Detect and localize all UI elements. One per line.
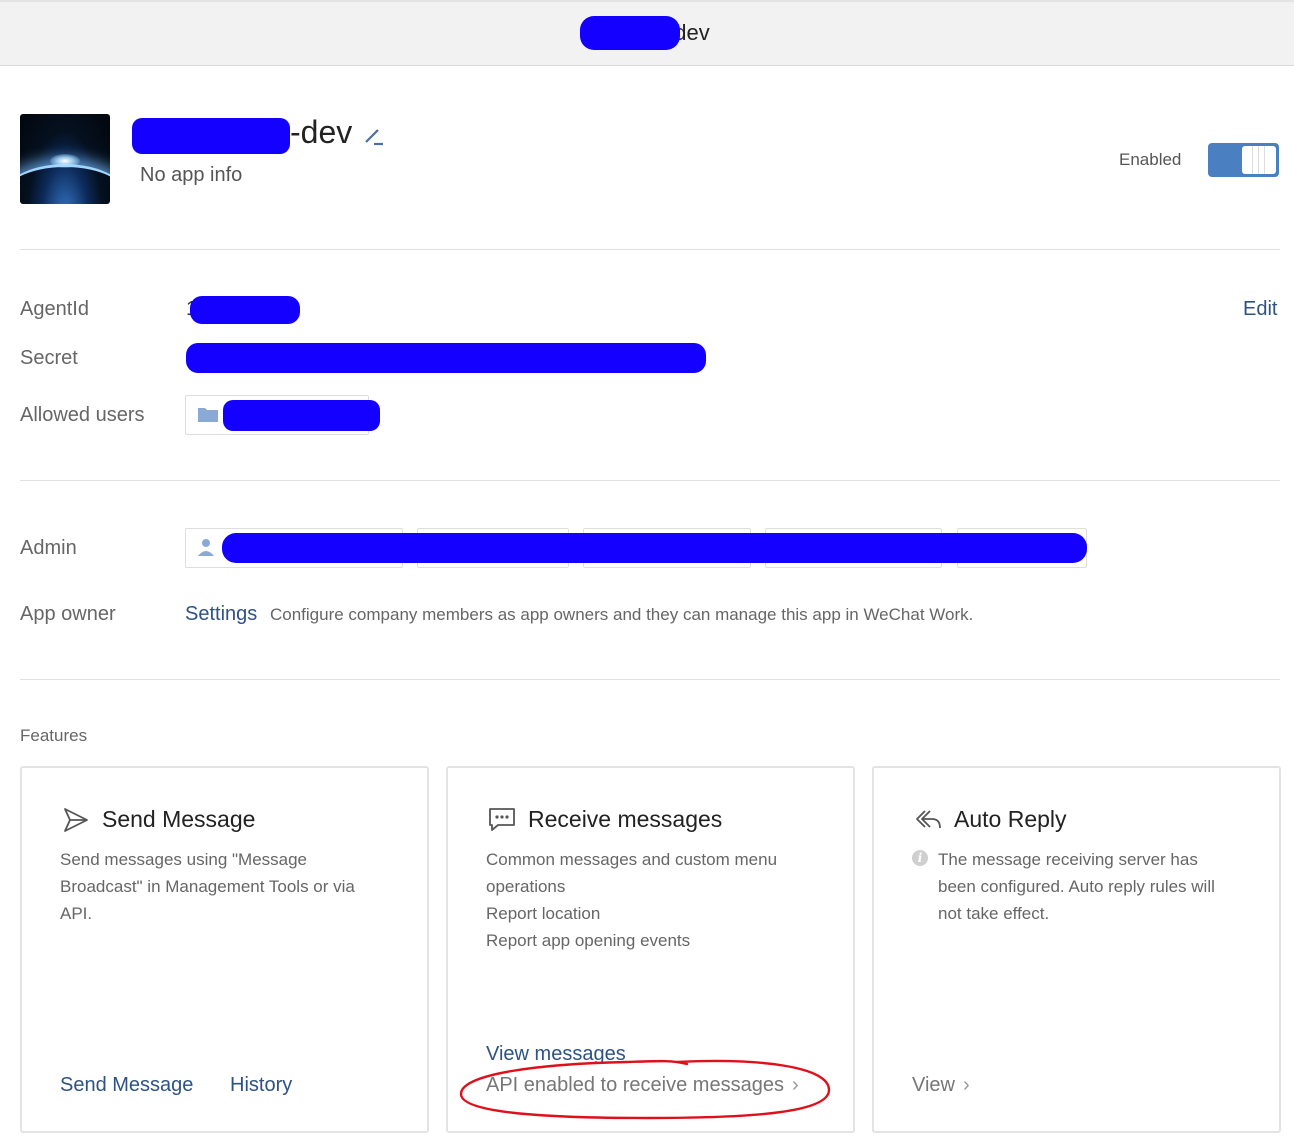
- owner-description: Configure company members as app owners …: [270, 605, 974, 624]
- app-owner-label: App owner: [20, 603, 116, 625]
- edit-link[interactable]: Edit: [1243, 298, 1277, 321]
- folder-icon: [198, 408, 218, 422]
- card-title: Receive messages: [528, 806, 723, 832]
- api-receive-messages-text: API enabled to receive messages: [486, 1074, 784, 1096]
- view-messages-link[interactable]: View messages: [486, 1043, 626, 1066]
- auto-reply-view-text: View: [912, 1074, 955, 1096]
- feature-card-auto-reply: Auto Reply i The message receiving serve…: [872, 766, 1281, 1133]
- card-description: Send messages using "Message Broadcast" …: [60, 850, 355, 923]
- redaction-mark: [186, 343, 706, 373]
- divider: [20, 249, 1280, 250]
- redaction-mark: [222, 533, 1087, 563]
- api-receive-messages-link[interactable]: API enabled to receive messages ›: [486, 1074, 799, 1097]
- auto-reply-view-link[interactable]: View ›: [912, 1074, 970, 1097]
- chevron-right-icon: ›: [791, 1074, 799, 1096]
- card-title: Auto Reply: [954, 806, 1067, 832]
- divider: [20, 679, 1280, 680]
- feature-card-receive-messages: Receive messages Common messages and cus…: [446, 766, 855, 1133]
- redaction-mark: [190, 296, 300, 324]
- chevron-right-icon: ›: [963, 1074, 970, 1096]
- card-title: Send Message: [102, 806, 256, 832]
- owner-settings-link[interactable]: Settings: [185, 603, 257, 626]
- send-message-link[interactable]: Send Message: [60, 1074, 193, 1097]
- window-title-bar: dev: [0, 0, 1294, 66]
- app-name: -dev: [290, 114, 353, 150]
- history-link[interactable]: History: [230, 1074, 292, 1097]
- app-info-text: No app info: [140, 164, 243, 186]
- enabled-toggle[interactable]: [1208, 143, 1279, 177]
- card-description: Common messages and custom menu operatio…: [486, 850, 778, 950]
- agentid-label: AgentId: [20, 298, 89, 320]
- divider: [20, 480, 1280, 481]
- edit-pencil-icon[interactable]: [362, 124, 386, 148]
- toggle-knob: [1242, 146, 1276, 174]
- info-icon: i: [912, 850, 928, 866]
- app-icon: [20, 114, 110, 204]
- send-icon: [64, 808, 88, 832]
- features-heading: Features: [20, 726, 88, 745]
- card-description: The message receiving server has been co…: [938, 850, 1215, 923]
- chat-bubble-icon: [489, 808, 515, 831]
- redaction-mark: [223, 400, 380, 431]
- secret-label: Secret: [20, 347, 78, 369]
- feature-card-send-message: Send Message Send messages using "Messag…: [20, 766, 429, 1133]
- user-icon: [198, 539, 214, 556]
- reply-icon: [916, 810, 941, 829]
- allowed-users-label: Allowed users: [20, 404, 145, 426]
- enabled-label: Enabled: [1119, 150, 1182, 169]
- redaction-mark: [132, 118, 290, 154]
- redaction-mark: [580, 16, 680, 50]
- admin-label: Admin: [20, 537, 77, 559]
